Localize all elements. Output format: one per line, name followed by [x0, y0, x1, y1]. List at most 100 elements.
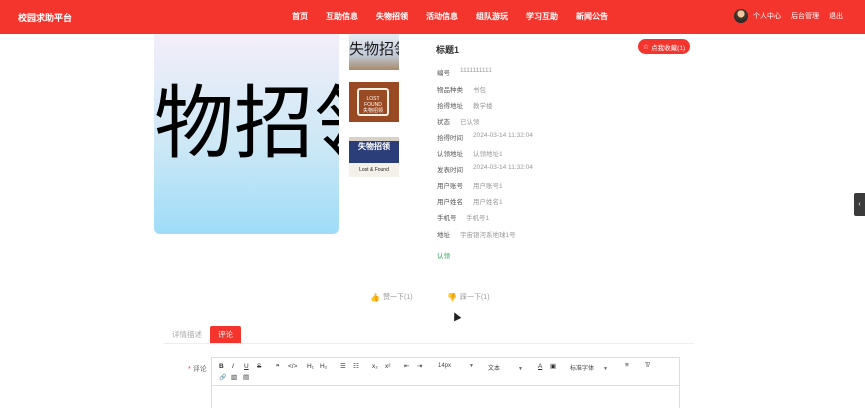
- user-area: 个人中心 后台管理 退出: [734, 9, 843, 23]
- info-value: 宇宙银河系地球1号: [460, 232, 516, 239]
- info-value: 书包: [473, 87, 486, 94]
- favorite-label: 点我收藏(1): [651, 44, 686, 52]
- nav-item-mutual-help[interactable]: 互助信息: [326, 11, 358, 22]
- info-label: 编号: [437, 70, 450, 77]
- bullet-list-icon[interactable]: ☷: [353, 362, 359, 370]
- info-label: 物品种类: [437, 87, 463, 94]
- info-value: 已认领: [460, 119, 480, 126]
- info-label: 拾得地址: [437, 103, 463, 110]
- video-icon[interactable]: ▤: [243, 373, 249, 381]
- like-label: 赞一下(1): [382, 294, 413, 301]
- thumbnail-1-text: 失物招领: [349, 40, 399, 58]
- nav-item-study-help[interactable]: 学习互助: [526, 11, 558, 22]
- header-value: 文本: [488, 366, 501, 372]
- main-item-image: 物招领: [154, 34, 339, 234]
- underline-icon[interactable]: U: [244, 363, 249, 370]
- chevron-down-icon: ▼: [518, 366, 523, 372]
- nav-item-home[interactable]: 首页: [292, 11, 308, 22]
- background-color-icon[interactable]: ▣: [550, 362, 556, 370]
- indent-icon[interactable]: ⇥: [417, 362, 422, 370]
- nav-item-news[interactable]: 新闻公告: [576, 11, 608, 22]
- thumbs-up-icon: 👍: [370, 292, 380, 302]
- info-label: 认领地址: [437, 151, 463, 158]
- clear-format-icon[interactable]: T̸: [645, 362, 649, 369]
- admin-link[interactable]: 后台管理: [791, 11, 819, 21]
- comment-label-text: 评论: [192, 366, 207, 373]
- editor-toolbar: B I U S ❞ </> H₁ H₂ ☰ ☷ x₂ x² ⇤ ⇥ 14px ▼ …: [212, 358, 679, 386]
- subscript-icon[interactable]: x₂: [372, 363, 378, 370]
- info-row-user-name: 用户姓名 用户姓名1: [437, 196, 503, 206]
- align-icon[interactable]: ≡: [625, 362, 629, 369]
- claim-link[interactable]: 认领: [437, 250, 450, 260]
- avatar[interactable]: [734, 9, 748, 23]
- main-image-text: 物招领: [154, 77, 339, 170]
- bold-icon[interactable]: B: [219, 363, 224, 370]
- star-icon: ☆: [642, 43, 650, 51]
- info-label: 拾得时间: [437, 135, 463, 142]
- item-title: 标题1: [436, 45, 460, 55]
- info-row-phone: 手机号 手机号1: [437, 212, 489, 222]
- tab-description[interactable]: 详情描述: [164, 326, 210, 343]
- image-icon[interactable]: ▧: [231, 373, 237, 381]
- quote-icon[interactable]: ❞: [276, 363, 280, 371]
- detail-tabs: 详情描述 评论: [164, 326, 694, 344]
- info-label: 用户账号: [437, 183, 463, 190]
- code-icon[interactable]: </>: [288, 363, 297, 370]
- mouse-cursor-icon: [450, 310, 462, 322]
- required-mark: *: [188, 366, 191, 373]
- info-row-found-address: 拾得地址 教学楼: [437, 100, 493, 110]
- nav-item-team-play[interactable]: 组队游玩: [476, 11, 508, 22]
- chevron-down-icon: ▼: [469, 363, 474, 369]
- ordered-list-icon[interactable]: ☰: [340, 362, 346, 370]
- comment-textarea[interactable]: [212, 386, 679, 408]
- italic-icon[interactable]: I: [232, 363, 234, 370]
- info-label: 状态: [437, 119, 450, 126]
- strike-icon[interactable]: S: [257, 363, 261, 370]
- superscript-icon[interactable]: x²: [385, 363, 390, 370]
- thumbnail-3-line1: 失物招领: [349, 141, 399, 163]
- font-family-value: 标准字体: [570, 366, 595, 372]
- font-size-select[interactable]: 14px ▼: [438, 363, 474, 369]
- tab-comments[interactable]: 评论: [210, 326, 241, 343]
- thumbnail-3[interactable]: 失物招领 Lost & Found: [349, 137, 399, 177]
- favorite-button[interactable]: ☆ 点我收藏(1): [638, 39, 690, 54]
- info-row-found-time: 拾得时间 2024-03-14 11:32:04: [437, 132, 533, 142]
- info-label: 地址: [437, 232, 450, 239]
- info-value: 教学楼: [473, 103, 493, 110]
- like-button[interactable]: 👍 赞一下(1): [370, 292, 413, 302]
- info-row-user-account: 用户账号 用户账号1: [437, 180, 503, 190]
- font-size-value: 14px: [438, 363, 452, 369]
- personal-center-link[interactable]: 个人中心: [753, 11, 781, 21]
- info-value: 2024-03-14 11:32:04: [473, 132, 533, 139]
- logout-link[interactable]: 退出: [829, 11, 843, 21]
- header-2-icon[interactable]: H₂: [320, 363, 327, 370]
- info-row-claim-address: 认领地址 认领地址1: [437, 148, 503, 158]
- nav-item-lost-found[interactable]: 失物招领: [376, 11, 408, 22]
- link-icon[interactable]: 🔗: [219, 374, 226, 381]
- side-collapse-handle[interactable]: ‹: [854, 193, 865, 216]
- thumbnail-2[interactable]: LOST FOUND 失物招领: [349, 82, 399, 122]
- info-value: 认领地址1: [473, 151, 503, 158]
- chevron-down-icon: ▼: [603, 366, 608, 372]
- info-row-id: 编号 1111111111: [437, 67, 492, 77]
- outdent-icon[interactable]: ⇤: [404, 362, 409, 370]
- dislike-label: 踩一下(1): [459, 294, 490, 301]
- font-family-select[interactable]: 标准字体 ▼: [570, 363, 608, 372]
- info-value: 2024-03-14 11:32:04: [473, 164, 533, 171]
- thumbnail-2-sign: LOST FOUND 失物招领: [357, 88, 389, 116]
- comment-editor: B I U S ❞ </> H₁ H₂ ☰ ☷ x₂ x² ⇤ ⇥ 14px ▼ …: [211, 357, 680, 408]
- info-label: 发表时间: [437, 167, 463, 174]
- header-select[interactable]: 文本 ▼: [488, 363, 523, 372]
- info-row-status: 状态 已认领: [437, 116, 480, 126]
- site-logo[interactable]: 校园求助平台: [18, 11, 72, 24]
- info-value: 用户姓名1: [473, 199, 503, 206]
- info-row-category: 物品种类 书包: [437, 84, 486, 94]
- nav-item-activities[interactable]: 活动信息: [426, 11, 458, 22]
- header-1-icon[interactable]: H₁: [307, 363, 314, 370]
- font-color-icon[interactable]: A: [538, 363, 542, 370]
- top-header: 校园求助平台 首页 互助信息 失物招领 活动信息 组队游玩 学习互助 新闻公告 …: [0, 0, 865, 34]
- info-value: 1111111111: [460, 67, 492, 74]
- dislike-button[interactable]: 👎 踩一下(1): [447, 292, 490, 302]
- main-nav: 首页 互助信息 失物招领 活动信息 组队游玩 学习互助 新闻公告: [292, 11, 626, 22]
- thumbnail-1[interactable]: 失物招领: [349, 34, 399, 70]
